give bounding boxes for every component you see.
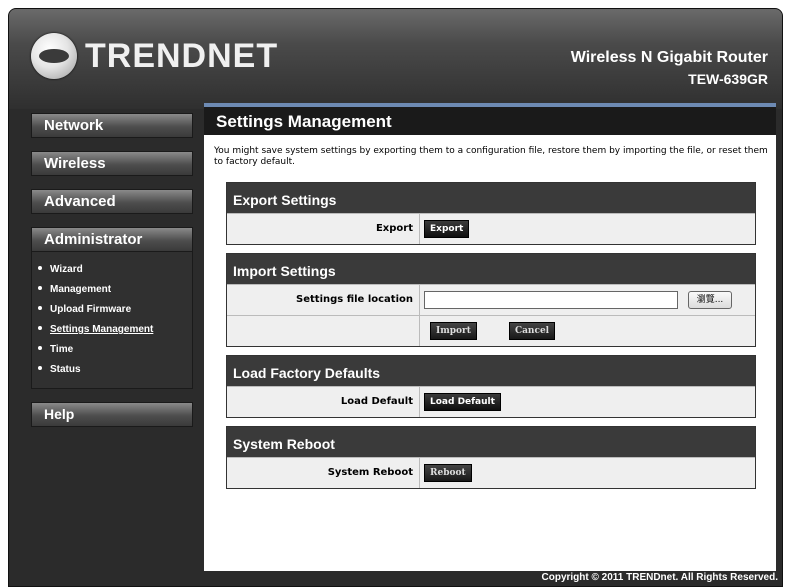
submenu-item-management[interactable]: Management (38, 280, 192, 300)
trendnet-logo-icon (31, 33, 77, 79)
product-model: TEW-639GR (688, 71, 768, 87)
load-default-label: Load Default (227, 387, 420, 417)
load-default-button[interactable]: Load Default (424, 393, 501, 411)
cancel-button[interactable]: Cancel (508, 322, 556, 340)
submenu-item-upload-firmware[interactable]: Upload Firmware (38, 300, 192, 320)
settings-file-input[interactable] (424, 291, 678, 309)
settings-file-location-label: Settings file location (227, 285, 420, 315)
system-reboot-row: System Reboot Reboot (227, 457, 755, 488)
export-settings-heading: Export Settings (227, 183, 755, 213)
sidebar-item-wireless[interactable]: Wireless (31, 151, 193, 176)
sidebar: Network Wireless Advanced Administrator … (31, 113, 193, 440)
bullet-icon (38, 366, 42, 371)
copyright-footer: Copyright © 2011 TRENDnet. All Rights Re… (541, 572, 779, 583)
load-factory-defaults-section: Load Factory Defaults Load Default Load … (226, 355, 756, 418)
bullet-icon (38, 326, 42, 331)
reboot-button[interactable]: Reboot (424, 464, 472, 482)
main-content: Settings Management You might save syste… (204, 103, 776, 571)
router-admin-frame: TRENDNET Wireless N Gigabit Router TEW-6… (8, 8, 783, 587)
sidebar-item-administrator[interactable]: Administrator (31, 227, 193, 252)
page-title: Settings Management (204, 107, 776, 135)
submenu-item-time[interactable]: Time (38, 340, 192, 360)
product-name: Wireless N Gigabit Router (570, 49, 768, 66)
logo-text: TRENDNET (85, 36, 279, 75)
system-reboot-heading: System Reboot (227, 427, 755, 457)
load-factory-defaults-heading: Load Factory Defaults (227, 356, 755, 386)
header: TRENDNET Wireless N Gigabit Router TEW-6… (9, 9, 782, 109)
import-button[interactable]: Import (430, 322, 477, 340)
load-default-row: Load Default Load Default (227, 386, 755, 417)
sidebar-item-help[interactable]: Help (31, 402, 193, 427)
bullet-icon (38, 266, 42, 271)
trendnet-logo: TRENDNET (31, 31, 278, 81)
import-buttons-row: Import Cancel (227, 315, 755, 346)
product-info: Wireless N Gigabit Router TEW-639GR (571, 49, 768, 87)
submenu-item-settings-management[interactable]: Settings Management (38, 320, 192, 340)
submenu-item-wizard[interactable]: Wizard (38, 260, 192, 280)
export-label: Export (227, 214, 420, 244)
export-button[interactable]: Export (424, 220, 470, 238)
import-settings-section: Import Settings Settings file location 瀏… (226, 253, 756, 347)
intro-text: You might save system settings by export… (214, 146, 768, 167)
bullet-icon (38, 346, 42, 351)
import-file-row: Settings file location 瀏覽... (227, 284, 755, 315)
submenu-item-status[interactable]: Status (38, 360, 192, 380)
system-reboot-section: System Reboot System Reboot Reboot (226, 426, 756, 489)
bullet-icon (38, 286, 42, 291)
bullet-icon (38, 306, 42, 311)
export-settings-section: Export Settings Export Export (226, 182, 756, 245)
import-settings-heading: Import Settings (227, 254, 755, 284)
export-row: Export Export (227, 213, 755, 244)
system-reboot-label: System Reboot (227, 458, 420, 488)
import-buttons-spacer (227, 316, 420, 346)
sidebar-item-network[interactable]: Network (31, 113, 193, 138)
sidebar-item-advanced[interactable]: Advanced (31, 189, 193, 214)
administrator-submenu: Wizard Management Upload Firmware Settin… (31, 252, 193, 389)
browse-button[interactable]: 瀏覽... (688, 291, 732, 309)
